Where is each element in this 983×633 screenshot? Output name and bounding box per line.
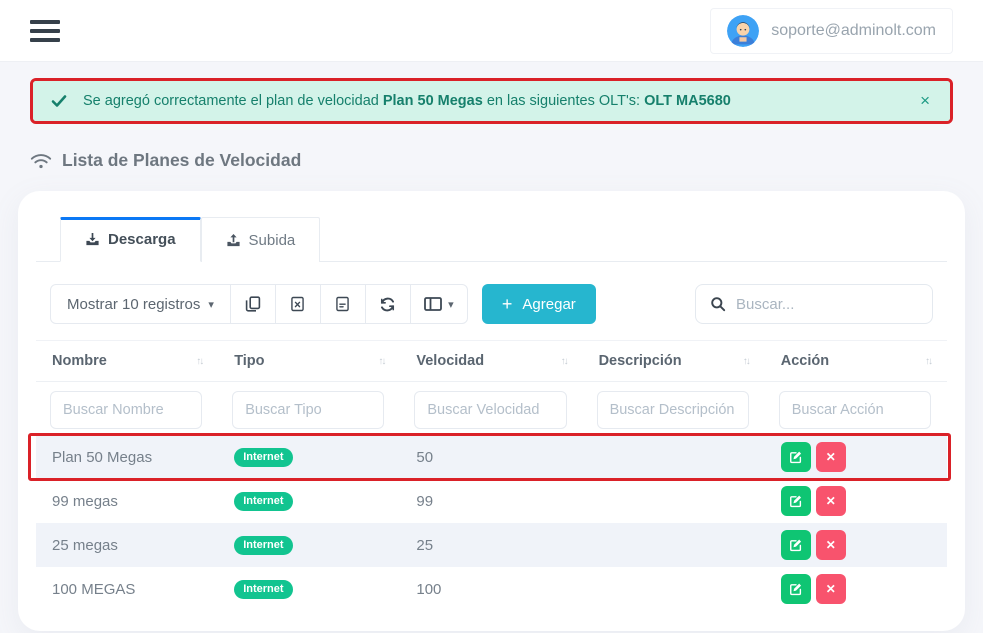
table-body: Plan 50 Megas Internet 50 ✕ 99 megas Int…	[36, 435, 947, 611]
type-badge: Internet	[234, 448, 292, 467]
file-lines-icon	[336, 296, 349, 312]
type-badge: Internet	[234, 580, 292, 599]
x-icon: ✕	[826, 582, 836, 596]
column-header-nombre[interactable]: Nombre ↑↓	[36, 341, 218, 381]
table-row: 99 megas Internet 99 ✕	[36, 479, 947, 523]
row-velocidad: 25	[400, 537, 582, 554]
sort-icon: ↑↓	[196, 356, 202, 367]
user-avatar	[727, 15, 759, 47]
hamburger-menu-icon[interactable]	[30, 15, 60, 47]
table-header-row: Nombre ↑↓ Tipo ↑↓ Velocidad ↑↓ Descripci…	[36, 340, 947, 382]
sort-icon: ↑↓	[743, 356, 749, 367]
success-alert: Se agregó correctamente el plan de veloc…	[33, 81, 950, 121]
chevron-down-icon: ▾	[208, 298, 214, 311]
wifi-icon	[30, 152, 52, 170]
type-badge: Internet	[234, 536, 292, 555]
excel-file-icon	[291, 296, 304, 312]
edit-button[interactable]	[781, 442, 811, 472]
add-plan-button[interactable]: + Agregar	[482, 284, 596, 324]
edit-pencil-icon	[789, 450, 803, 464]
plans-table: Nombre ↑↓ Tipo ↑↓ Velocidad ↑↓ Descripci…	[36, 340, 947, 611]
download-icon	[85, 232, 100, 247]
row-velocidad: 99	[400, 493, 582, 510]
alert-close-icon[interactable]: ×	[918, 91, 932, 111]
column-visibility-dropdown[interactable]: ▾	[410, 284, 468, 324]
alert-plan-name: Plan 50 Megas	[383, 93, 483, 109]
chevron-down-icon: ▾	[448, 298, 454, 311]
search-input[interactable]	[736, 296, 918, 313]
columns-icon	[424, 297, 442, 311]
tab-descarga[interactable]: Descarga	[60, 217, 201, 262]
top-header: soporte@adminolt.com	[0, 0, 983, 62]
edit-pencil-icon	[789, 582, 803, 596]
edit-button[interactable]	[781, 574, 811, 604]
row-velocidad: 100	[400, 581, 582, 598]
table-filter-row	[36, 382, 947, 435]
x-icon: ✕	[826, 494, 836, 508]
table-toolbar: Mostrar 10 registros ▾	[50, 284, 933, 324]
table-tools-group: Mostrar 10 registros ▾	[50, 284, 468, 324]
edit-button[interactable]	[781, 530, 811, 560]
filter-descripcion-input[interactable]	[597, 391, 749, 429]
export-file-button[interactable]	[320, 284, 366, 324]
table-row: Plan 50 Megas Internet 50 ✕	[36, 435, 947, 479]
check-icon	[51, 93, 67, 109]
delete-button[interactable]: ✕	[816, 486, 846, 516]
alert-olt-name: OLT MA5680	[644, 93, 731, 109]
user-email: soporte@adminolt.com	[771, 22, 936, 40]
copy-icon	[245, 296, 261, 312]
row-nombre: 100 MEGAS	[36, 581, 218, 598]
sort-icon: ↑↓	[925, 356, 931, 367]
row-nombre: 25 megas	[36, 537, 218, 554]
copy-button[interactable]	[230, 284, 276, 324]
plus-icon: +	[502, 295, 513, 313]
tab-label: Descarga	[108, 231, 176, 248]
column-header-descripcion[interactable]: Descripción ↑↓	[583, 341, 765, 381]
delete-button[interactable]: ✕	[816, 442, 846, 472]
filter-tipo-input[interactable]	[232, 391, 384, 429]
edit-pencil-icon	[789, 538, 803, 552]
column-header-accion[interactable]: Acción ↑↓	[765, 341, 947, 381]
row-nombre: Plan 50 Megas	[36, 449, 218, 466]
sort-icon: ↑↓	[378, 356, 384, 367]
row-nombre: 99 megas	[36, 493, 218, 510]
edit-pencil-icon	[789, 494, 803, 508]
page-title: Lista de Planes de Velocidad	[62, 150, 301, 171]
refresh-button[interactable]	[365, 284, 411, 324]
upload-icon	[226, 233, 241, 248]
type-badge: Internet	[234, 492, 292, 511]
export-excel-button[interactable]	[275, 284, 321, 324]
x-icon: ✕	[826, 450, 836, 464]
filter-velocidad-input[interactable]	[414, 391, 566, 429]
tab-label: Subida	[249, 232, 296, 249]
search-icon	[710, 296, 726, 312]
filter-nombre-input[interactable]	[50, 391, 202, 429]
search-box	[695, 284, 933, 324]
table-row: 100 MEGAS Internet 100 ✕	[36, 567, 947, 611]
refresh-icon	[379, 296, 396, 313]
column-header-tipo[interactable]: Tipo ↑↓	[218, 341, 400, 381]
plans-card: Descarga Subida Mostrar 10 registros ▾	[18, 191, 965, 631]
edit-button[interactable]	[781, 486, 811, 516]
filter-accion-input[interactable]	[779, 391, 931, 429]
delete-button[interactable]: ✕	[816, 574, 846, 604]
tab-subida[interactable]: Subida	[201, 217, 321, 262]
tab-bar: Descarga Subida	[36, 217, 947, 262]
annotation-rectangle-alert: Se agregó correctamente el plan de veloc…	[30, 78, 953, 124]
show-entries-dropdown[interactable]: Mostrar 10 registros ▾	[50, 284, 231, 324]
user-account-button[interactable]: soporte@adminolt.com	[710, 8, 953, 54]
delete-button[interactable]: ✕	[816, 530, 846, 560]
x-icon: ✕	[826, 538, 836, 552]
column-header-velocidad[interactable]: Velocidad ↑↓	[400, 341, 582, 381]
table-row: 25 megas Internet 25 ✕	[36, 523, 947, 567]
row-velocidad: 50	[400, 449, 582, 466]
sort-icon: ↑↓	[561, 356, 567, 367]
alert-message: Se agregó correctamente el plan de veloc…	[83, 93, 918, 109]
